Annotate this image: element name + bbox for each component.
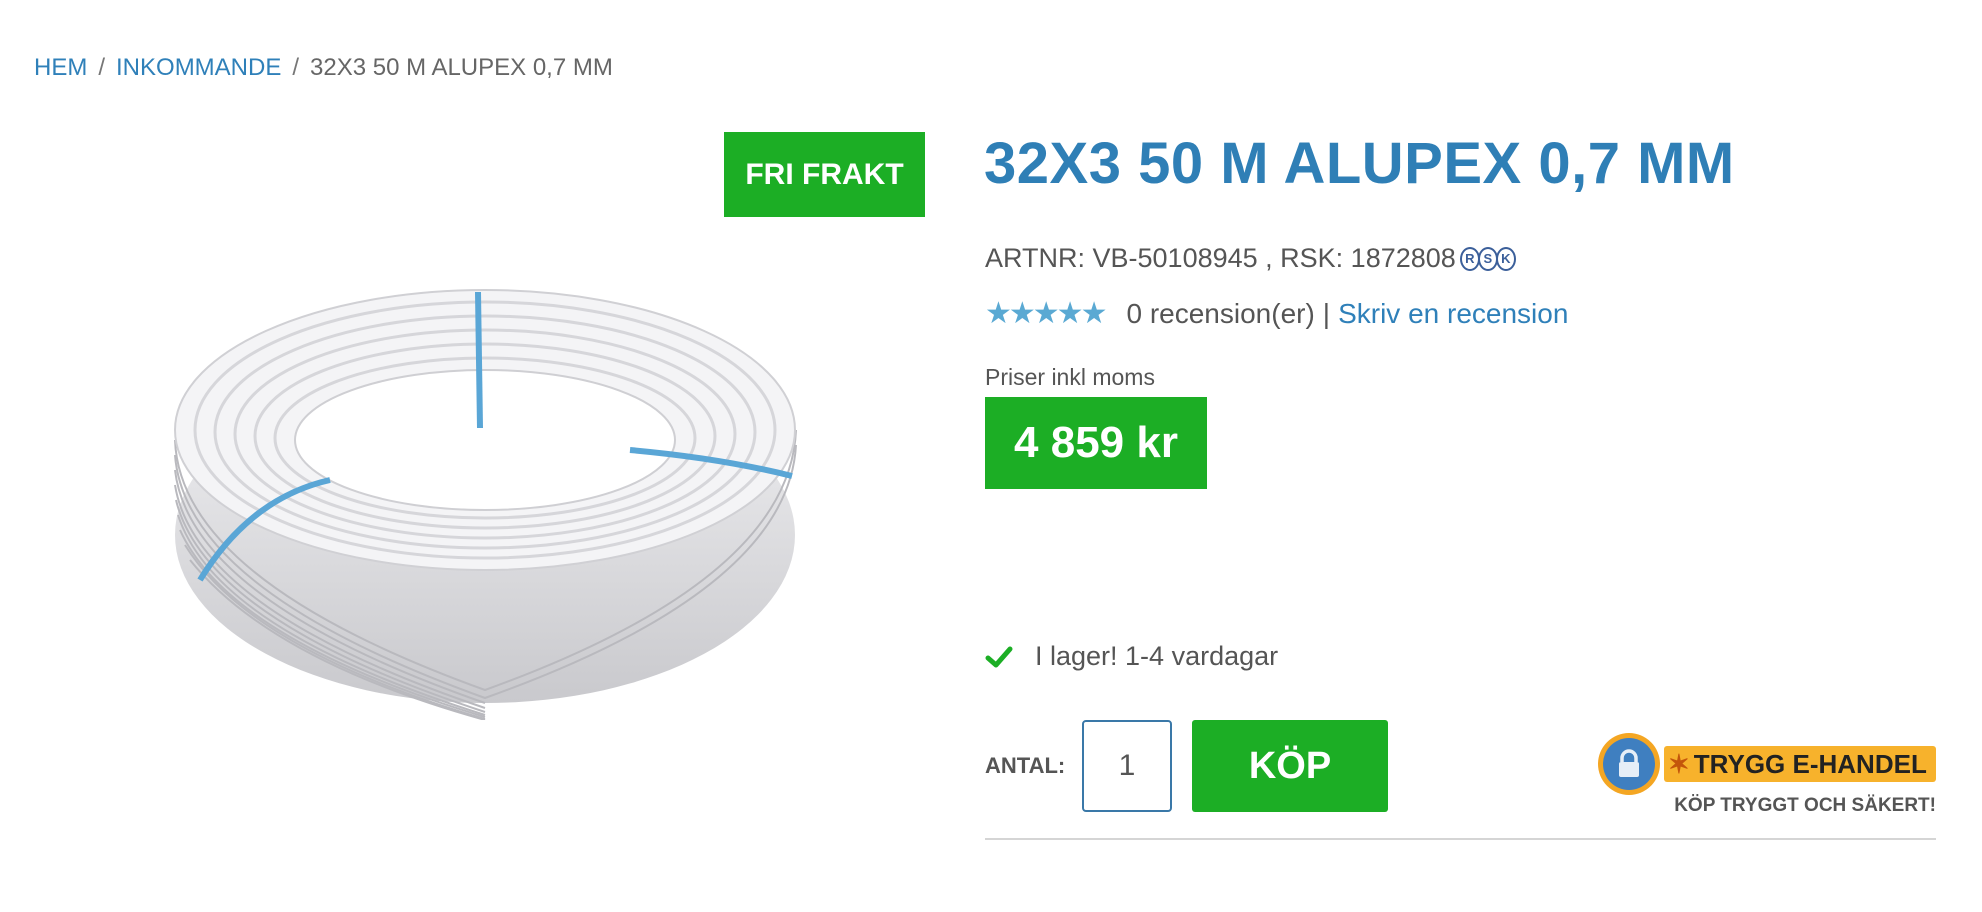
breadcrumb: HEM / INKOMMANDE / 32X3 50 M ALUPEX 0,7 … xyxy=(34,54,613,82)
rsk-logo-letter: R xyxy=(1459,246,1480,271)
review-count: 0 recension(er) xyxy=(1126,297,1315,329)
lock-icon xyxy=(1598,733,1660,795)
product-title: 32X3 50 M ALUPEX 0,7 MM xyxy=(984,131,1735,196)
review-separator: | xyxy=(1322,297,1331,329)
trust-title: TRYGG E-HANDEL xyxy=(1693,748,1927,779)
quantity-label: ANTAL: xyxy=(985,753,1066,778)
breadcrumb-separator: / xyxy=(292,54,300,81)
rating-row: ★★★★★ 0 recension(er) | Skriv en recensi… xyxy=(985,296,1568,331)
quantity-input[interactable] xyxy=(1082,720,1172,812)
article-number-text: ARTNR: VB-50108945 , RSK: 1872808 xyxy=(985,243,1456,273)
trygg-ehandel-badge[interactable]: ✶ TRYGG E-HANDEL KÖP TRYGGT OCH SÄKERT! xyxy=(1598,733,1938,821)
article-number: ARTNR: VB-50108945 , RSK: 1872808 R S K xyxy=(985,243,1516,274)
price-label: Priser inkl moms xyxy=(985,364,1155,390)
trust-subtitle: KÖP TRYGGT OCH SÄKERT! xyxy=(1674,795,1936,816)
buy-button[interactable]: KÖP xyxy=(1192,720,1388,812)
write-review-link[interactable]: Skriv en recension xyxy=(1338,298,1568,330)
rsk-logo: R S K xyxy=(1459,246,1516,271)
star-icon: ✶ xyxy=(1668,748,1690,779)
trust-band: ✶ TRYGG E-HANDEL xyxy=(1664,746,1936,782)
padlock-icon xyxy=(1619,749,1639,777)
free-shipping-badge: FRI FRAKT xyxy=(724,132,925,217)
product-image[interactable] xyxy=(160,280,810,720)
rsk-logo-letter: K xyxy=(1495,246,1516,271)
price: 4 859 kr xyxy=(985,397,1207,489)
star-icon: ★★★★★ xyxy=(985,297,1107,330)
stock-status: I lager! 1-4 vardagar xyxy=(985,641,1278,672)
check-icon xyxy=(985,646,1013,667)
breadcrumb-current: 32X3 50 M ALUPEX 0,7 MM xyxy=(310,54,613,81)
breadcrumb-separator: / xyxy=(98,54,106,81)
breadcrumb-link-hem[interactable]: HEM xyxy=(34,54,87,82)
stock-text: I lager! 1-4 vardagar xyxy=(1035,641,1279,671)
rsk-logo-letter: S xyxy=(1477,246,1498,271)
breadcrumb-link-inkommande[interactable]: INKOMMANDE xyxy=(116,54,281,82)
